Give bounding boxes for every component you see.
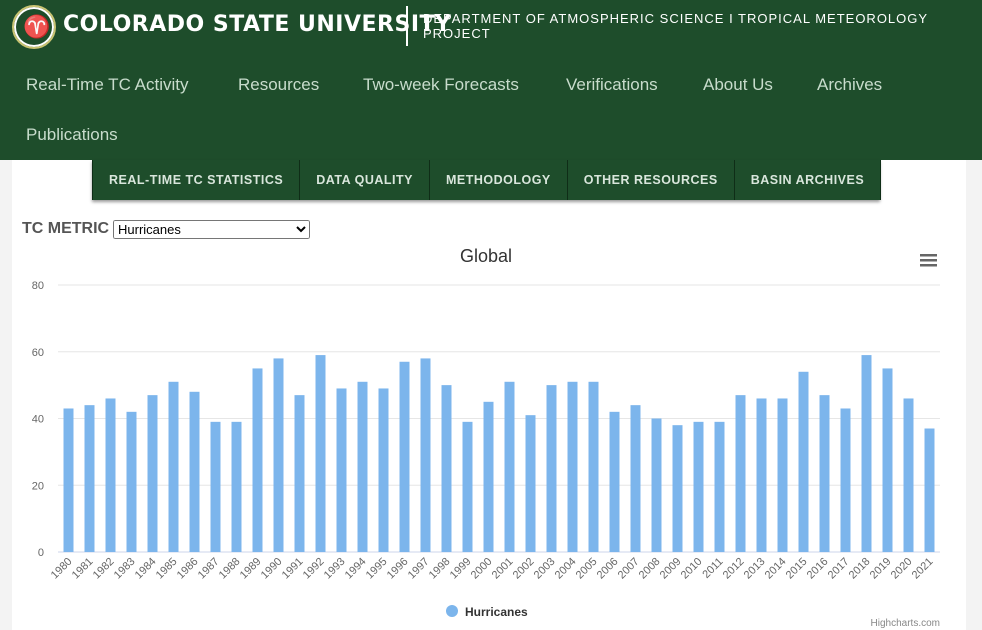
bar-1996[interactable] — [399, 361, 410, 552]
bar-2013[interactable] — [756, 398, 767, 552]
legend-marker[interactable] — [446, 605, 458, 617]
bar-2020[interactable] — [903, 398, 914, 552]
bar-2021[interactable] — [924, 428, 935, 552]
legend-label[interactable]: Hurricanes — [465, 605, 528, 619]
x-tick-label: 1986 — [175, 556, 201, 582]
bar-2003[interactable] — [546, 385, 557, 552]
x-tick-label: 2008 — [637, 556, 663, 582]
x-tick-label: 2017 — [826, 556, 852, 582]
bar-2019[interactable] — [882, 368, 893, 552]
x-tick-label: 2006 — [595, 556, 621, 582]
x-tick-label: 1992 — [301, 556, 327, 582]
bar-1981[interactable] — [84, 405, 95, 552]
x-tick-label: 1983 — [112, 556, 138, 582]
x-tick-label: 2003 — [532, 556, 558, 582]
x-tick-label: 1996 — [385, 556, 411, 582]
x-tick-label: 2012 — [721, 556, 747, 582]
bar-1982[interactable] — [105, 398, 116, 552]
bar-1990[interactable] — [273, 358, 284, 552]
bar-1983[interactable] — [126, 411, 137, 552]
bar-2008[interactable] — [651, 418, 662, 553]
bar-2017[interactable] — [840, 408, 851, 552]
x-tick-label: 2021 — [910, 556, 936, 582]
bar-2018[interactable] — [861, 355, 872, 552]
x-tick-label: 1987 — [196, 556, 222, 582]
bar-1991[interactable] — [294, 395, 305, 552]
bar-2007[interactable] — [630, 405, 641, 552]
x-tick-label: 1984 — [133, 556, 159, 582]
x-tick-label: 2020 — [889, 556, 915, 582]
y-tick-label: 60 — [32, 347, 44, 359]
credit[interactable]: Highcharts.com — [871, 618, 940, 629]
bar-1985[interactable] — [168, 381, 179, 552]
x-tick-label: 2000 — [469, 556, 495, 582]
x-tick-label: 2001 — [490, 556, 516, 582]
x-tick-label: 1980 — [49, 556, 75, 582]
x-tick-label: 1991 — [280, 556, 306, 582]
bar-2014[interactable] — [777, 398, 788, 552]
bar-1998[interactable] — [441, 385, 452, 552]
y-tick-label: 40 — [32, 414, 44, 426]
bar-1984[interactable] — [147, 395, 158, 552]
chart-title: Global — [460, 246, 512, 266]
bar-2012[interactable] — [735, 395, 746, 552]
bar-2001[interactable] — [504, 381, 515, 552]
bar-1986[interactable] — [189, 391, 200, 552]
x-tick-label: 2016 — [805, 556, 831, 582]
bar-2010[interactable] — [693, 421, 704, 552]
x-tick-label: 2015 — [784, 556, 810, 582]
x-tick-label: 2018 — [847, 556, 873, 582]
bar-2009[interactable] — [672, 425, 683, 552]
x-tick-label: 1982 — [91, 556, 117, 582]
x-tick-label: 1981 — [70, 556, 96, 582]
x-tick-label: 1988 — [217, 556, 243, 582]
bar-1989[interactable] — [252, 368, 263, 552]
x-tick-label: 2011 — [700, 556, 725, 581]
x-tick-label: 2002 — [511, 556, 537, 582]
x-tick-label: 1985 — [154, 556, 180, 582]
bar-2006[interactable] — [609, 411, 620, 552]
menu-icon[interactable] — [920, 254, 937, 267]
bar-1992[interactable] — [315, 355, 326, 552]
x-tick-label: 2005 — [574, 556, 600, 582]
bar-2002[interactable] — [525, 415, 536, 552]
x-tick-label: 1990 — [259, 556, 285, 582]
x-tick-label: 2004 — [553, 556, 579, 582]
x-tick-label: 2013 — [742, 556, 768, 582]
bar-1987[interactable] — [210, 421, 221, 552]
bar-2011[interactable] — [714, 421, 725, 552]
bar-2005[interactable] — [588, 381, 599, 552]
chart: Global 0 20 40 60 80 198019811982198319841985… — [32, 246, 940, 629]
x-tick-label: 2019 — [868, 556, 894, 582]
x-tick-label: 2007 — [616, 556, 642, 582]
bar-1993[interactable] — [336, 388, 347, 552]
y-tick-label: 80 — [32, 280, 44, 292]
x-tick-label: 1993 — [322, 556, 348, 582]
x-tick-label: 1999 — [448, 556, 474, 582]
x-tick-label: 1994 — [343, 556, 369, 582]
bar-2004[interactable] — [567, 381, 578, 552]
bar-2016[interactable] — [819, 395, 830, 552]
bar-1999[interactable] — [462, 421, 473, 552]
bar-2015[interactable] — [798, 371, 809, 552]
x-tick-label: 2009 — [658, 556, 684, 582]
bar-1994[interactable] — [357, 381, 368, 552]
y-tick-label: 20 — [32, 480, 44, 492]
x-tick-label: 1989 — [238, 556, 264, 582]
x-tick-label: 1995 — [364, 556, 390, 582]
x-tick-label: 2014 — [763, 556, 789, 582]
y-tick-label: 0 — [38, 547, 44, 559]
bar-1980[interactable] — [63, 408, 74, 552]
bar-1997[interactable] — [420, 358, 431, 552]
x-tick-label: 1998 — [427, 556, 453, 582]
x-tick-label: 1997 — [406, 556, 432, 582]
bar-1995[interactable] — [378, 388, 389, 552]
bar-1988[interactable] — [231, 421, 242, 552]
bar-2000[interactable] — [483, 401, 494, 552]
x-tick-label: 2010 — [679, 556, 705, 582]
